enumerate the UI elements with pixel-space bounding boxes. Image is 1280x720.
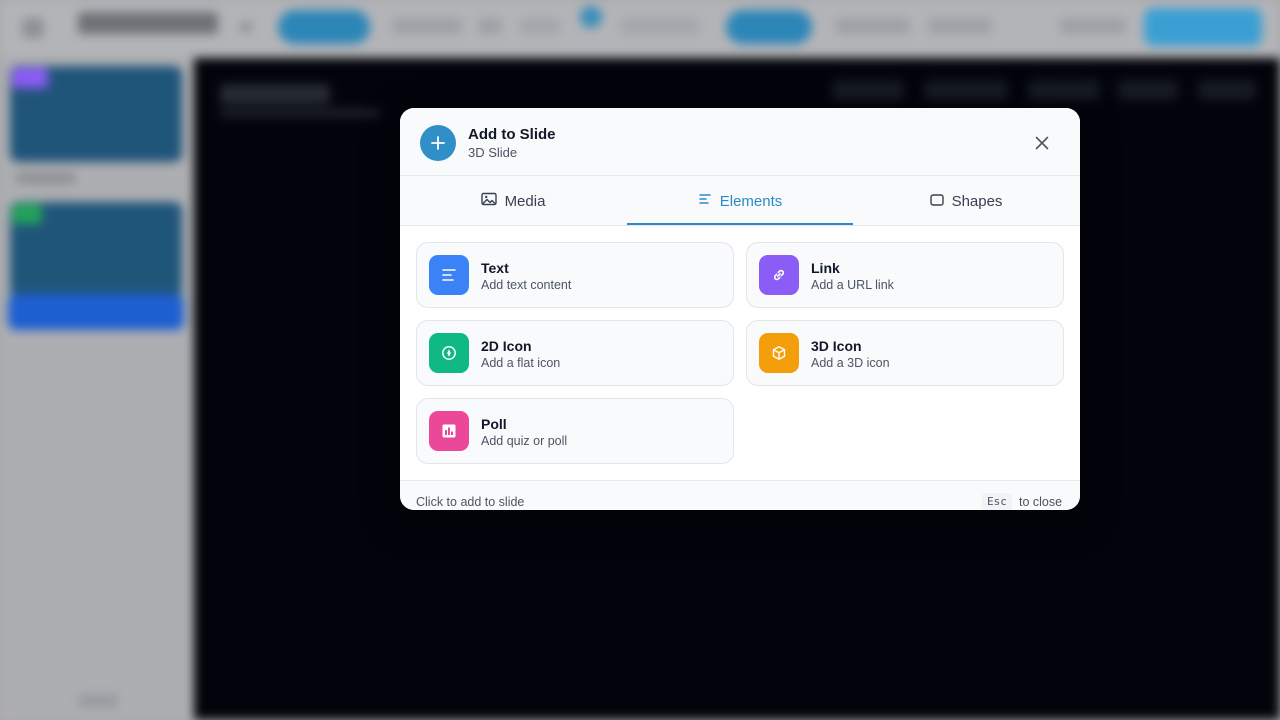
tab-elements[interactable]: Elements bbox=[627, 176, 853, 226]
add-2d-icon-option[interactable]: 2D Icon Add a flat icon bbox=[416, 320, 734, 386]
dialog-subtitle: 3D Slide bbox=[468, 145, 518, 160]
back-icon bbox=[22, 18, 44, 38]
active-tab-indicator bbox=[627, 223, 853, 225]
canvas-tool-button bbox=[1118, 80, 1178, 100]
tab-label: Elements bbox=[719, 192, 783, 210]
toolbar-item bbox=[478, 18, 502, 34]
slide-selected-bar bbox=[8, 294, 184, 330]
option-title: 3D Icon bbox=[811, 338, 862, 354]
rectangle-icon bbox=[929, 193, 944, 210]
sidebar-footer bbox=[78, 694, 118, 708]
tab-label: Media bbox=[504, 192, 546, 210]
app-logo bbox=[78, 12, 218, 34]
dialog-footer: Click to add to slide Esc to close bbox=[400, 480, 1080, 510]
plus-icon bbox=[420, 125, 456, 161]
add-3d-icon-option[interactable]: 3D Icon Add a 3D icon bbox=[746, 320, 1064, 386]
tab-shapes[interactable]: Shapes bbox=[853, 176, 1079, 226]
tab-media[interactable]: Media bbox=[400, 176, 626, 226]
text-icon bbox=[429, 255, 469, 295]
text-lines-icon bbox=[698, 192, 712, 210]
toolbar-item bbox=[520, 18, 560, 34]
option-description: Add a URL link bbox=[811, 278, 894, 292]
option-description: Add a flat icon bbox=[481, 356, 561, 370]
top-toolbar bbox=[0, 0, 1280, 56]
slide-badge bbox=[12, 68, 48, 88]
cube-icon bbox=[759, 333, 799, 373]
toolbar-item bbox=[836, 18, 910, 34]
add-link-option[interactable]: Link Add a URL link bbox=[746, 242, 1064, 308]
option-title: Text bbox=[481, 260, 509, 276]
dialog-title: Add to Slide bbox=[468, 126, 556, 143]
add-poll-option[interactable]: Poll Add quiz or poll bbox=[416, 398, 734, 464]
option-description: Add quiz or poll bbox=[481, 434, 568, 448]
slide-badge bbox=[12, 204, 42, 224]
dialog-tabs: Media Elements Shapes bbox=[400, 176, 1080, 226]
footer-close-hint: to close bbox=[1019, 495, 1063, 509]
add-to-slide-dialog: Add to Slide 3D Slide Media Elements Sha… bbox=[400, 108, 1080, 510]
element-options-grid: Text Add text content Link Add a URL lin… bbox=[400, 226, 1080, 480]
link-icon bbox=[759, 255, 799, 295]
image-icon bbox=[480, 192, 497, 210]
tab-label: Shapes bbox=[951, 192, 1003, 210]
toolbar-accent-button bbox=[726, 10, 812, 44]
slide-caption bbox=[16, 172, 76, 184]
option-description: Add text content bbox=[481, 278, 572, 292]
canvas-tool-button bbox=[1198, 80, 1256, 100]
close-icon[interactable] bbox=[1030, 132, 1054, 154]
bar-chart-icon bbox=[429, 411, 469, 451]
option-title: Link bbox=[811, 260, 840, 276]
toolbar-item bbox=[928, 18, 992, 34]
dialog-header: Add to Slide 3D Slide bbox=[400, 108, 1080, 176]
toolbar-item bbox=[392, 18, 462, 34]
canvas-tool-button bbox=[832, 80, 904, 100]
toolbar-item bbox=[1060, 18, 1126, 34]
compass-icon bbox=[429, 333, 469, 373]
canvas-subtitle bbox=[220, 108, 380, 118]
chevron-down-icon bbox=[240, 22, 252, 32]
toolbar-avatar bbox=[580, 6, 602, 28]
option-description: Add a 3D icon bbox=[811, 356, 890, 370]
esc-key-badge: Esc bbox=[982, 493, 1012, 510]
option-title: 2D Icon bbox=[481, 338, 532, 354]
toolbar-primary-button bbox=[278, 10, 370, 44]
canvas-tool-button bbox=[1028, 80, 1100, 100]
canvas-title bbox=[220, 84, 330, 104]
toolbar-publish-button bbox=[1144, 8, 1262, 46]
option-title: Poll bbox=[481, 416, 507, 432]
add-text-option[interactable]: Text Add text content bbox=[416, 242, 734, 308]
toolbar-item bbox=[620, 18, 700, 34]
footer-hint: Click to add to slide bbox=[416, 495, 525, 509]
canvas-tool-button bbox=[924, 80, 1008, 100]
